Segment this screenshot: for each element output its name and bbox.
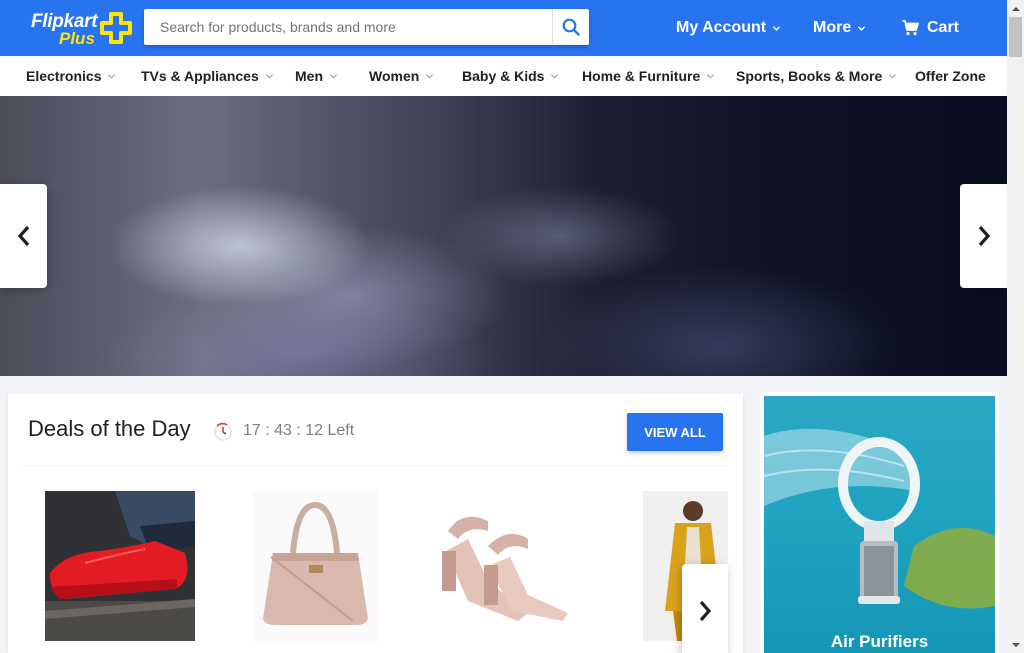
category-tvs-appliances[interactable]: TVs & Appliances (141, 56, 274, 96)
chevron-down-icon (108, 73, 116, 79)
chevron-left-icon (17, 225, 29, 247)
handbag-image (253, 491, 378, 641)
deals-timer: 17 : 43 : 12 Left (213, 420, 354, 442)
category-offer-zone[interactable]: Offer Zone (915, 56, 986, 96)
category-label: Sports, Books & More (736, 68, 883, 84)
deal-product-handbag[interactable] (253, 491, 378, 641)
stopwatch-icon (214, 422, 232, 441)
deals-of-the-day-section: Deals of the Day 17 : 43 : 12 Left VIEW … (8, 394, 743, 653)
search-input[interactable] (144, 9, 552, 45)
plus-logo-icon (100, 12, 132, 44)
chevron-down-icon (329, 73, 338, 79)
air-purifier-ad[interactable]: Air Purifiers (760, 392, 999, 653)
deals-next-button[interactable] (682, 564, 728, 653)
deals-title: Deals of the Day (28, 416, 191, 441)
chevron-down-icon (707, 73, 715, 79)
banner-next-button[interactable] (960, 184, 1007, 288)
red-sneakers-image (45, 491, 195, 641)
deal-product-sandals[interactable] (428, 491, 578, 641)
more-menu[interactable]: More (813, 0, 866, 56)
my-account-label: My Account (676, 19, 767, 36)
deal-product-red-sneakers[interactable] (45, 491, 195, 641)
cart-button[interactable]: Cart (902, 0, 959, 56)
chevron-down-icon (772, 25, 781, 31)
scroll-up-button[interactable] (1007, 0, 1024, 17)
category-label: Women (369, 68, 420, 84)
scroll-down-button[interactable] (1007, 636, 1024, 653)
category-home-furniture[interactable]: Home & Furniture (582, 56, 715, 96)
cart-icon (902, 20, 919, 36)
chevron-down-icon (265, 73, 273, 79)
chevron-down-icon (889, 73, 897, 79)
chevron-down-icon (426, 73, 434, 79)
view-all-button[interactable]: VIEW ALL (627, 413, 723, 451)
sandals-image (428, 491, 578, 641)
category-label: Home & Furniture (582, 68, 701, 84)
deals-carousel (23, 465, 728, 653)
my-account-menu[interactable]: My Account (676, 0, 781, 56)
air-purifier-image (764, 428, 995, 609)
category-women[interactable]: Women (369, 56, 434, 96)
cart-label: Cart (927, 19, 960, 36)
search-icon (562, 18, 580, 36)
category-electronics[interactable]: Electronics (26, 56, 116, 96)
hero-banner[interactable] (0, 96, 1007, 376)
ad-card: Air Purifiers (764, 396, 995, 653)
chevron-right-icon (978, 225, 990, 247)
timer-text: 17 : 43 : 12 Left (243, 422, 355, 439)
chevron-right-icon (699, 600, 712, 622)
category-label: Offer Zone (915, 68, 986, 84)
category-label: Electronics (26, 68, 102, 84)
ad-label: Air Purifiers (830, 632, 929, 651)
category-baby-kids[interactable]: Baby & Kids (462, 56, 559, 96)
category-label: TVs & Appliances (141, 68, 259, 84)
chevron-down-icon (858, 25, 866, 31)
search-bar (144, 9, 589, 45)
scroll-thumb[interactable] (1009, 17, 1022, 57)
flipkart-plus-logo[interactable]: Flipkart Plus (31, 9, 135, 48)
page-scrollbar[interactable] (1007, 0, 1024, 653)
category-label: Baby & Kids (462, 68, 545, 84)
category-label: Men (295, 68, 323, 84)
search-button[interactable] (552, 9, 589, 45)
scroll-down-icon (1011, 642, 1020, 647)
logo-sub-text: Plus (59, 29, 95, 48)
category-men[interactable]: Men (295, 56, 338, 96)
category-bar: Electronics TVs & Appliances Men Women B… (0, 56, 1007, 96)
category-sports-books-more[interactable]: Sports, Books & More (736, 56, 897, 96)
scroll-up-icon (1011, 6, 1020, 11)
chevron-down-icon (551, 73, 559, 79)
more-label: More (813, 19, 852, 36)
top-header: Flipkart Plus My Account More Cart (0, 0, 1007, 56)
banner-prev-button[interactable] (0, 184, 47, 288)
